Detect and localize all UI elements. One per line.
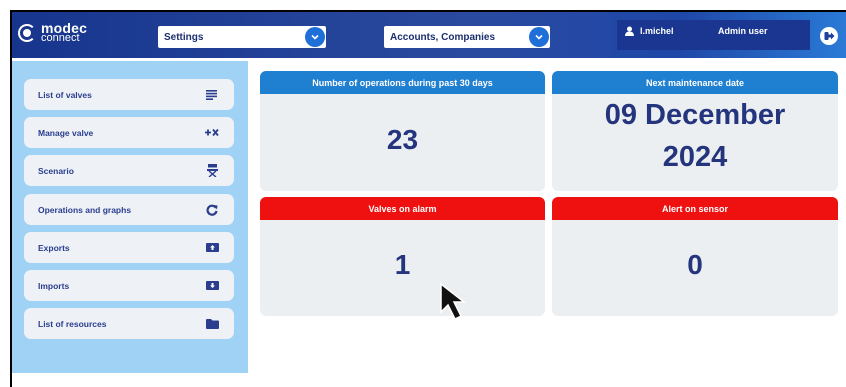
sidebar-item-list-of-resources[interactable]: List of resources	[24, 308, 234, 339]
user-role-box: Admin user	[712, 20, 810, 50]
import-icon	[204, 279, 220, 293]
user-name: l.michel	[640, 26, 674, 36]
operations-card-title: Number of operations during past 30 days	[260, 71, 545, 94]
sidebar-item-imports[interactable]: Imports	[24, 270, 234, 301]
maintenance-date-line1: 09 December	[604, 99, 786, 131]
settings-select-value: Settings	[164, 31, 204, 43]
sidebar-item-label: List of resources	[38, 318, 107, 329]
sidebar-item-label: Operations and graphs	[38, 204, 132, 215]
mouse-cursor-icon	[440, 282, 467, 321]
sidebar-item-label: List of valves	[38, 89, 92, 100]
settings-select[interactable]: Settings	[158, 26, 326, 48]
director-chair-icon	[204, 164, 220, 178]
valves-alarm-count: 1	[394, 249, 411, 280]
sidebar-item-label: Exports	[38, 242, 70, 253]
sidebar-item-scenario[interactable]: Scenario	[24, 155, 234, 186]
user-icon	[625, 26, 634, 36]
logout-icon	[824, 32, 834, 40]
maintenance-card: Next maintenance date 09 December 2024	[552, 71, 838, 191]
maintenance-card-title: Next maintenance date	[552, 71, 838, 94]
user-menu[interactable]: l.michel	[617, 20, 712, 50]
sidebar: List of valves Manage valve Scenario Ope…	[12, 61, 248, 373]
chevron-down-icon[interactable]	[305, 27, 325, 47]
valves-alarm-card: Valves on alarm 1	[260, 197, 545, 316]
sidebar-item-operations-and-graphs[interactable]: Operations and graphs	[24, 194, 234, 225]
valves-alarm-card-title: Valves on alarm	[260, 197, 545, 220]
sidebar-item-label: Manage valve	[38, 127, 94, 138]
maintenance-date-line2: 2024	[662, 141, 728, 173]
folder-icon	[204, 317, 220, 331]
app-window: modec connect Settings Accounts, Compani…	[10, 10, 846, 387]
chevron-down-icon[interactable]	[529, 27, 549, 47]
logo-icon	[18, 24, 36, 42]
operations-card: Number of operations during past 30 days…	[260, 71, 545, 191]
sidebar-item-list-of-valves[interactable]: List of valves	[24, 79, 234, 110]
refresh-icon	[204, 203, 220, 217]
logout-button[interactable]	[820, 27, 838, 45]
sidebar-item-manage-valve[interactable]: Manage valve	[24, 117, 234, 148]
export-icon	[204, 241, 220, 255]
sensor-alert-count: 0	[687, 249, 703, 280]
plus-x-icon	[204, 126, 220, 140]
sensor-alert-card-title: Alert on sensor	[552, 197, 838, 220]
sidebar-item-label: Scenario	[38, 165, 74, 176]
user-role: Admin user	[718, 26, 768, 36]
operations-count: 23	[386, 124, 419, 155]
sidebar-item-label: Imports	[38, 280, 70, 291]
top-bar: modec connect Settings Accounts, Compani…	[12, 12, 846, 58]
modec-connect-logo[interactable]: modec connect	[18, 21, 87, 44]
sensor-alert-card: Alert on sensor 0	[552, 197, 838, 316]
list-icon	[204, 88, 220, 102]
accounts-select-value: Accounts, Companies	[390, 31, 496, 43]
sidebar-item-exports[interactable]: Exports	[24, 232, 234, 263]
accounts-select[interactable]: Accounts, Companies	[384, 26, 550, 48]
